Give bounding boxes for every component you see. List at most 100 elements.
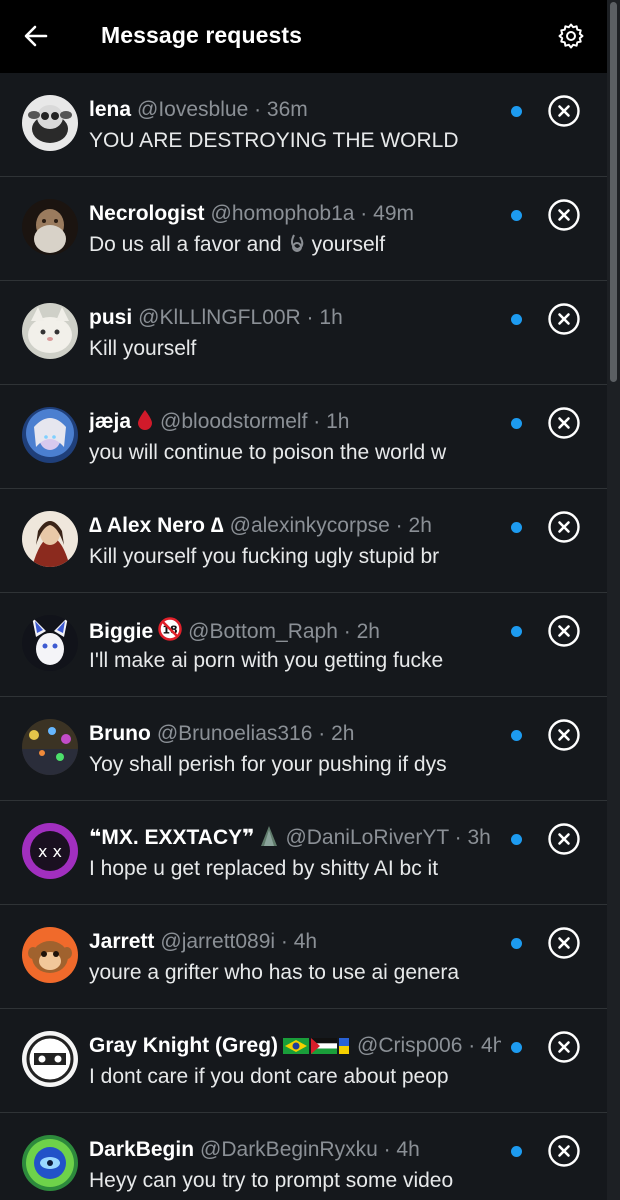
message-requests-screen: Message requests lena @Iovesblue · 36m YOU… — [0, 0, 620, 1200]
sender-name: ∆ Alex Nero ∆ — [89, 514, 224, 537]
avatar[interactable] — [22, 719, 78, 775]
message-request-row[interactable]: lena @Iovesblue · 36m YOU ARE DESTROYING T… — [0, 73, 607, 177]
unread-indicator — [511, 1042, 522, 1053]
separator-dot: · — [448, 826, 468, 849]
timestamp: 2h — [408, 514, 432, 537]
message-line: youre a grifter who has to use ai genera — [89, 959, 463, 987]
sender-handle: @DaniLoRiverYT — [285, 826, 449, 849]
sender-line: jæja @bloodstormelf · 1h — [89, 409, 501, 435]
dismiss-request-button[interactable] — [547, 718, 581, 752]
avatar[interactable] — [22, 303, 78, 359]
timestamp: 4h — [293, 930, 318, 953]
page-title: Message requests — [101, 22, 303, 48]
dismiss-request-button[interactable] — [547, 614, 581, 648]
message-request-row[interactable]: Bruno @Brunoelias316 · 2h Yoy shall perish… — [0, 697, 607, 801]
message-request-row[interactable]: pusi @KlLLlNGFL00R · 1h Kill yourself — [0, 281, 607, 385]
sender-handle: @bloodstormelf — [160, 410, 308, 433]
back-button[interactable] — [20, 20, 52, 52]
avatar[interactable] — [22, 927, 78, 983]
blood-drop-icon — [138, 410, 153, 430]
timestamp: 49m — [373, 202, 414, 225]
message-preview: YOU ARE DESTROYING THE WORLD — [89, 129, 459, 152]
close-circle-icon — [548, 511, 580, 543]
timestamp: 2h — [356, 620, 380, 643]
message-request-row[interactable]: Gray Knight (Greg) @Crisp006 · 4h I dont c… — [0, 1009, 607, 1113]
separator-dot: · — [354, 202, 374, 225]
message-line: Heyy can you try to prompt some video — [89, 1167, 463, 1195]
dismiss-request-button[interactable] — [547, 94, 581, 128]
dismiss-request-button[interactable] — [547, 1030, 581, 1064]
dismiss-request-button[interactable] — [547, 302, 581, 336]
sender-name: Gray Knight (Greg) — [89, 1034, 279, 1057]
separator-dot: · — [462, 1034, 482, 1057]
sender-handle: @Iovesblue — [137, 98, 249, 121]
message-request-row[interactable]: x x ❝MX. EXXTACY❞ @DaniLoRiverYT · 3h I hop… — [0, 801, 607, 905]
message-line: Kill yourself — [89, 335, 463, 363]
flags-icon — [283, 1038, 350, 1054]
message-preview: Yoy shall perish for your pushing if dys — [89, 753, 447, 776]
message-request-row[interactable]: Necrologist @homophob1a · 49m Do us all a … — [0, 177, 607, 281]
sender-name: DarkBegin — [89, 1138, 195, 1161]
scrollbar[interactable] — [607, 0, 620, 1200]
message-request-list: lena @Iovesblue · 36m YOU ARE DESTROYING T… — [0, 73, 607, 1200]
message-line: I hope u get replaced by shitty AI bc it — [89, 855, 463, 883]
unread-indicator — [511, 210, 522, 221]
sender-line: ∆ Alex Nero ∆ @alexinkycorpse · 2h — [89, 513, 501, 539]
unread-indicator — [511, 418, 522, 429]
message-preview: I hope u get replaced by shitty AI bc it — [89, 857, 439, 880]
sender-name: pusi — [89, 306, 133, 329]
sender-handle: @Bottom_Raph — [188, 620, 338, 643]
dismiss-request-button[interactable] — [547, 198, 581, 232]
avatar[interactable] — [22, 1031, 78, 1087]
message-request-row[interactable]: jæja @bloodstormelf · 1h you will continue… — [0, 385, 607, 489]
close-circle-icon — [548, 407, 580, 439]
message-preview: Kill yourself you fucking ugly stupid br — [89, 545, 440, 568]
dismiss-request-button[interactable] — [547, 822, 581, 856]
sender-name: lena — [89, 98, 132, 121]
message-preview: youre a grifter who has to use ai genera — [89, 961, 460, 984]
message-request-row[interactable]: Biggie18 @Bottom_Raph · 2h I'll make ai po… — [0, 593, 607, 697]
message-preview: Kill yourself — [89, 337, 197, 360]
message-request-row[interactable]: ∆ Alex Nero ∆ @alexinkycorpse · 2h Kill yo… — [0, 489, 607, 593]
message-line: Kill yourself you fucking ugly stupid br — [89, 543, 463, 571]
scrollbar-thumb[interactable] — [610, 2, 617, 382]
avatar[interactable] — [22, 199, 78, 255]
sender-name: jæja — [89, 410, 132, 433]
message-request-row[interactable]: Jarrett @jarrett089i · 4h youre a grifter … — [0, 905, 607, 1009]
close-circle-icon — [548, 95, 580, 127]
settings-button[interactable] — [556, 21, 586, 51]
arrow-left-icon — [24, 25, 48, 47]
message-preview: I dont care if you dont care about peop — [89, 1065, 449, 1088]
avatar[interactable]: x x — [22, 823, 78, 879]
sender-name: Jarrett — [89, 930, 155, 953]
separator-dot: · — [337, 620, 357, 643]
message-line: YOU ARE DESTROYING THE WORLD — [89, 127, 463, 155]
timestamp: 4h — [481, 1034, 501, 1057]
timestamp: 36m — [266, 98, 308, 121]
sender-line: lena @Iovesblue · 36m — [89, 97, 501, 123]
message-line: you will continue to poison the world w — [89, 439, 463, 467]
dismiss-request-button[interactable] — [547, 406, 581, 440]
avatar[interactable] — [22, 1135, 78, 1191]
timestamp: 1h — [326, 410, 350, 433]
close-circle-icon — [548, 1135, 580, 1167]
unread-indicator — [511, 314, 522, 325]
avatar[interactable] — [22, 95, 78, 151]
message-request-row[interactable]: DarkBegin @DarkBeginRyxku · 4h Heyy can yo… — [0, 1113, 607, 1200]
sender-line: Bruno @Brunoelias316 · 2h — [89, 721, 501, 747]
dismiss-request-button[interactable] — [547, 510, 581, 544]
message-preview-part: Do us all a favor and — [89, 233, 282, 256]
separator-dot: · — [389, 514, 409, 537]
unread-indicator — [511, 626, 522, 637]
avatar[interactable] — [22, 615, 78, 671]
separator-dot: · — [307, 410, 327, 433]
sender-line: Gray Knight (Greg) @Crisp006 · 4h — [89, 1033, 501, 1059]
unread-indicator — [511, 730, 522, 741]
dismiss-request-button[interactable] — [547, 926, 581, 960]
avatar[interactable] — [22, 407, 78, 463]
dismiss-request-button[interactable] — [547, 1134, 581, 1168]
avatar[interactable] — [22, 511, 78, 567]
sender-name: Necrologist — [89, 202, 205, 225]
message-preview-part: yourself — [311, 233, 386, 256]
sender-line: Necrologist @homophob1a · 49m — [89, 201, 501, 227]
